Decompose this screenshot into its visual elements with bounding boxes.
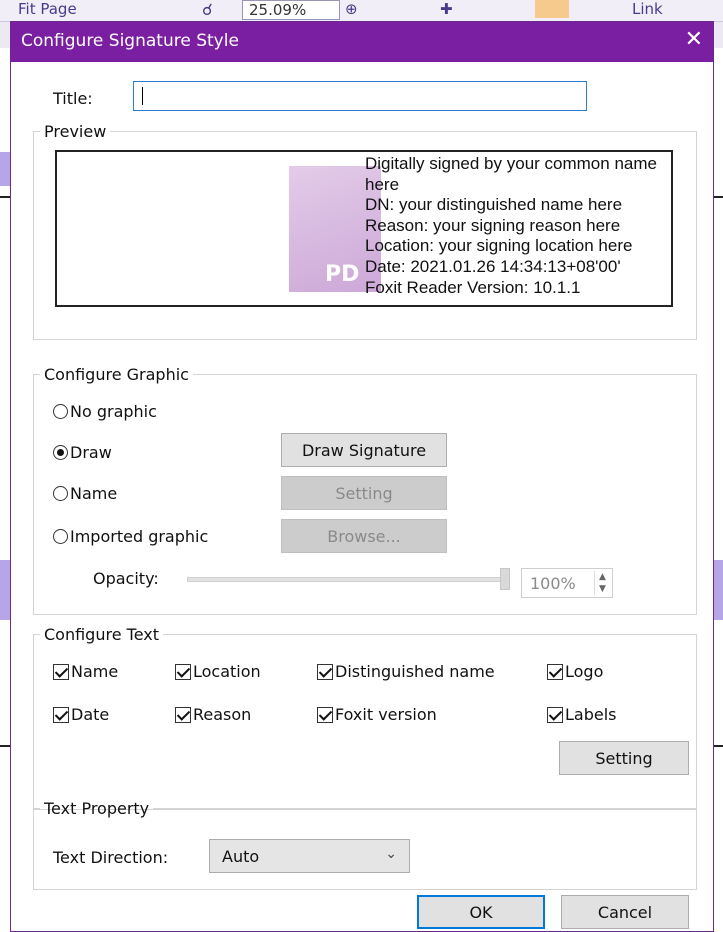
checkbox-label: Location xyxy=(193,662,261,681)
checkbox-distinguished-name[interactable]: Distinguished name xyxy=(317,662,495,681)
radio-label: Draw xyxy=(70,443,112,462)
background-rule xyxy=(714,196,723,198)
signature-text-lines: Digitally signed by your common name her… xyxy=(365,154,671,298)
radio-indicator-selected[interactable] xyxy=(53,445,68,460)
checkbox-label: Name xyxy=(71,662,119,681)
checkbox-indicator[interactable] xyxy=(547,706,563,723)
checkbox-indicator[interactable] xyxy=(547,663,563,680)
radio-label: Imported graphic xyxy=(70,527,209,546)
preview-line: DN: your distinguished name here xyxy=(365,195,623,215)
watermark-text: PD xyxy=(325,262,360,287)
highlight-icon[interactable] xyxy=(535,0,569,18)
checkbox-label: Logo xyxy=(565,662,604,681)
checkbox-indicator[interactable] xyxy=(175,663,191,680)
radio-imported-graphic[interactable]: Imported graphic xyxy=(53,527,208,546)
chevron-down-icon[interactable]: ⌄ xyxy=(385,846,397,862)
text-property-legend: Text Property xyxy=(44,799,150,818)
preview-line: Foxit Reader Version: 10.1.1 xyxy=(365,277,581,297)
preview-line: Date: 2021.01.26 14:34:13+08'00' xyxy=(365,256,621,276)
checkbox-indicator[interactable] xyxy=(53,663,69,680)
title-label: Title: xyxy=(53,89,93,108)
background-rule xyxy=(714,745,723,747)
configure-graphic-legend: Configure Graphic xyxy=(44,365,189,384)
signature-preview: PD Digitally signed by your common name … xyxy=(55,150,673,307)
zoom-in-icon[interactable]: ⊕ xyxy=(345,0,358,18)
checkbox-date[interactable]: Date xyxy=(53,705,109,724)
text-direction-select[interactable]: Auto ⌄ xyxy=(209,839,410,873)
radio-draw[interactable]: Draw xyxy=(53,443,112,462)
checkbox-indicator[interactable] xyxy=(53,706,69,723)
radio-label: Name xyxy=(70,484,118,503)
text-caret xyxy=(142,87,143,105)
radio-name[interactable]: Name xyxy=(53,484,117,503)
preview-line: Reason: your signing reason here xyxy=(365,215,621,235)
configure-text-legend: Configure Text xyxy=(44,625,159,644)
checkbox-reason[interactable]: Reason xyxy=(175,705,251,724)
background-toolbar: Fit Page ☌ 25.09% ⊕ ✚ Link xyxy=(0,0,723,22)
radio-no-graphic[interactable]: No graphic xyxy=(53,402,157,421)
text-setting-button[interactable]: Setting xyxy=(559,741,689,775)
preview-line: Digitally signed by your common name her… xyxy=(365,154,657,194)
opacity-spinner[interactable]: 100% ▲ ▼ xyxy=(521,568,613,598)
checkbox-location[interactable]: Location xyxy=(175,662,261,681)
background-page-right xyxy=(713,48,723,932)
radio-indicator[interactable] xyxy=(53,486,68,501)
draw-signature-button[interactable]: Draw Signature xyxy=(281,433,447,467)
checkbox-labels[interactable]: Labels xyxy=(547,705,617,724)
checkbox-label: Labels xyxy=(565,705,617,724)
preview-line: Location: your signing location here xyxy=(365,236,633,256)
graphic-setting-button[interactable]: Setting xyxy=(281,476,447,510)
checkbox-indicator[interactable] xyxy=(175,706,191,723)
opacity-label: Opacity: xyxy=(93,569,159,588)
link-button[interactable]: Link xyxy=(632,0,663,18)
checkbox-label: Foxit version xyxy=(335,705,437,724)
spinner-arrows-icon[interactable]: ▲ ▼ xyxy=(594,571,610,595)
hand-tool-icon[interactable]: ✚ xyxy=(440,0,453,18)
preview-legend: Preview xyxy=(44,122,107,141)
fit-page-button[interactable]: Fit Page xyxy=(18,0,77,18)
dialog-titlebar[interactable]: Configure Signature Style ✕ xyxy=(11,22,713,62)
configure-signature-dialog: Configure Signature Style ✕ Title: Previ… xyxy=(10,21,714,932)
opacity-slider-track[interactable] xyxy=(187,577,505,582)
checkbox-label: Distinguished name xyxy=(335,662,495,681)
opacity-value: 100% xyxy=(530,574,576,593)
text-direction-value: Auto xyxy=(222,847,260,866)
browse-button[interactable]: Browse... xyxy=(281,519,447,553)
radio-indicator[interactable] xyxy=(53,529,68,544)
checkbox-name[interactable]: Name xyxy=(53,662,118,681)
zoom-icon: ☌ xyxy=(202,0,213,19)
radio-label: No graphic xyxy=(70,402,157,421)
cancel-button[interactable]: Cancel xyxy=(561,895,689,929)
zoom-field[interactable]: 25.09% xyxy=(242,0,340,20)
title-input[interactable] xyxy=(133,81,587,111)
background-band xyxy=(714,560,723,620)
checkbox-logo[interactable]: Logo xyxy=(547,662,603,681)
checkbox-foxit-version[interactable]: Foxit version xyxy=(317,705,437,724)
close-icon[interactable]: ✕ xyxy=(685,27,703,53)
radio-indicator[interactable] xyxy=(53,404,68,419)
checkbox-indicator[interactable] xyxy=(317,706,333,723)
dialog-title: Configure Signature Style xyxy=(21,31,239,51)
checkbox-indicator[interactable] xyxy=(317,663,333,680)
checkbox-label: Date xyxy=(71,705,110,724)
text-direction-label: Text Direction: xyxy=(53,848,169,867)
checkbox-label: Reason xyxy=(193,705,252,724)
ok-button[interactable]: OK xyxy=(417,895,545,929)
opacity-slider-thumb[interactable] xyxy=(500,568,510,590)
